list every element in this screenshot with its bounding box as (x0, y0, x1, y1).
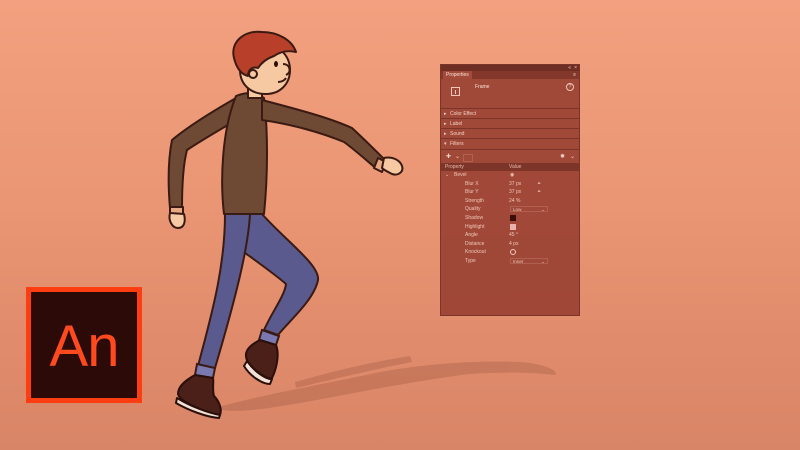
logo-text: An (49, 314, 120, 379)
select-value: Low (513, 207, 522, 213)
link-icon[interactable]: ⚭ (537, 180, 541, 189)
filter-property-row: Highlight (441, 223, 579, 232)
property-label: Strength (465, 197, 484, 204)
panel-tab-bar: Properties ≡ (441, 71, 579, 79)
property-label: Angle (465, 232, 478, 239)
filter-property-row: Strength 24 % (441, 197, 579, 206)
property-value[interactable]: 37 px (509, 180, 521, 189)
property-value[interactable]: 4 px (509, 240, 518, 249)
color-swatch[interactable] (510, 215, 516, 221)
section-filters[interactable]: ▾ Filters (441, 138, 579, 149)
chevron-down-icon[interactable]: ⌄ (445, 171, 449, 180)
panel-menu-icon[interactable]: ≡ (573, 71, 576, 79)
property-label: Knockout (465, 249, 486, 256)
filter-name: Bevel (454, 172, 467, 178)
eye-icon[interactable]: ◉ (510, 171, 514, 180)
section-label: Color Effect (450, 111, 477, 117)
value-column-header: Value (509, 164, 522, 170)
frame-icon (451, 87, 460, 96)
property-label: Blur X (465, 180, 479, 187)
property-value[interactable]: 45 ° (509, 231, 518, 240)
property-label: Shadow (465, 215, 484, 221)
property-value[interactable]: 37 px (509, 188, 521, 197)
filter-preset-button[interactable] (463, 154, 473, 162)
property-select[interactable]: Inner ⌄ (510, 258, 548, 264)
filters-table-header: Property Value (441, 163, 579, 171)
filter-property-row: Angle 45 ° (441, 231, 579, 240)
filter-property-row: Shadow (441, 214, 579, 223)
color-swatch[interactable] (510, 223, 516, 230)
select-value: Inner (513, 259, 524, 264)
frame-label: Frame (475, 84, 490, 90)
property-label: Type (465, 258, 476, 264)
gear-icon[interactable]: ✹ (560, 153, 565, 161)
filter-property-row: Distance 4 px (441, 240, 579, 249)
filter-property-row: Knockout (441, 248, 579, 257)
property-label: Distance (465, 240, 485, 247)
property-column-header: Property (445, 164, 464, 170)
property-select[interactable]: Low ⌄ (510, 206, 548, 213)
property-label: Quality (465, 206, 481, 213)
filter-property-row: Quality Low ⌄ (441, 205, 579, 214)
filter-toolbar: ✚ ⌄ ✹ ⌄ (441, 149, 579, 164)
chevron-down-icon[interactable]: ⌄ (570, 153, 575, 161)
section-label: Label (450, 121, 463, 127)
chevron-down-icon: ⌄ (541, 207, 545, 213)
properties-panel: « × Properties ≡ Frame ? ▸ Color Effect ▸… (440, 64, 580, 316)
property-label: Highlight (465, 223, 485, 230)
adobe-animate-logo: An (26, 287, 142, 403)
filter-property-row: Blur X 37 px ⚭ (441, 180, 579, 189)
logo-tile: An (31, 292, 137, 398)
knockout-toggle[interactable] (510, 249, 516, 256)
link-icon[interactable]: ⚭ (537, 188, 541, 197)
filter-property-row: Type Inner ⌄ (441, 257, 579, 266)
property-label: Blur Y (465, 189, 479, 196)
add-filter-icon[interactable]: ✚ (446, 153, 451, 161)
section-label: Sound (450, 131, 465, 137)
chevron-down-icon[interactable]: ⌄ (455, 153, 460, 161)
tab-properties[interactable]: Properties (443, 71, 472, 79)
question-icon[interactable]: ? (566, 83, 574, 91)
section-label: Filters (450, 141, 464, 147)
filter-row-bevel[interactable]: ⌄ Bevel ◉ (441, 171, 579, 180)
property-value[interactable]: 24 % (509, 197, 520, 206)
filter-property-row: Blur Y 37 px ⚭ (441, 188, 579, 197)
right-arm (261, 99, 404, 176)
head (232, 30, 297, 99)
frame-header: Frame ? (441, 79, 579, 101)
chevron-down-icon: ⌄ (541, 259, 545, 264)
